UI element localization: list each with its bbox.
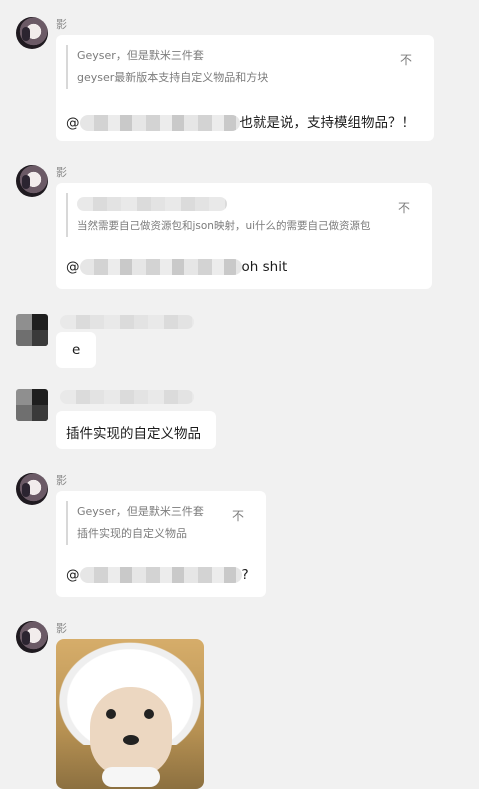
sticker-collar (102, 767, 160, 787)
mention-blurred[interactable] (79, 567, 242, 583)
quote-text: 当然需要自己做资源包和json映射，ui什么的需要自己做资源包 (77, 220, 371, 232)
avatar[interactable] (16, 473, 48, 505)
quote-block[interactable]: 当然需要自己做资源包和json映射，ui什么的需要自己做资源包 (66, 193, 417, 237)
quote-title: Geyser，但是默米三件套 (77, 505, 204, 518)
sheep-sticker[interactable] (56, 639, 204, 789)
mention-blurred[interactable] (79, 259, 242, 275)
sender-name: 影 (56, 18, 67, 31)
quote-title: Geyser，但是默米三件套 (77, 49, 204, 62)
message-body: 插件实现的自定义物品 (66, 426, 201, 442)
sender-name: 影 (56, 474, 67, 487)
sender-name-blurred (60, 315, 194, 329)
avatar[interactable] (16, 621, 48, 653)
sticker-eye-left (106, 709, 116, 719)
quote-close-icon[interactable]: 不 (398, 199, 410, 216)
message-bubble[interactable]: Geyser，但是默米三件套 插件实现的自定义物品 不 @? (56, 491, 266, 597)
quote-block[interactable]: Geyser，但是默米三件套 geyser最新版本支持自定义物品和方块 (66, 45, 417, 89)
avatar[interactable] (16, 314, 48, 346)
avatar[interactable] (16, 389, 48, 421)
sticker-eye-right (144, 709, 154, 719)
quote-block[interactable]: Geyser，但是默米三件套 插件实现的自定义物品 (66, 501, 227, 545)
quote-close-icon[interactable]: 不 (232, 507, 244, 524)
sticker-face (90, 687, 172, 777)
sender-name: 影 (56, 622, 67, 635)
mention-at: @ (66, 259, 80, 275)
sticker-nose (123, 735, 139, 745)
message-bubble[interactable]: Geyser，但是默米三件套 geyser最新版本支持自定义物品和方块 不 @ 也… (56, 35, 434, 141)
sender-name: 影 (56, 166, 67, 179)
quote-text: geyser最新版本支持自定义物品和方块 (77, 71, 269, 84)
message-body: 也就是说，支持模组物品？！ (239, 115, 416, 131)
mention-blurred[interactable] (79, 115, 240, 131)
message-bubble[interactable]: e (56, 332, 96, 368)
mention-at: @ (66, 567, 80, 583)
mention-at: @ (66, 115, 80, 131)
message-text: @? (66, 567, 249, 583)
message-text: @ 也就是说，支持模组物品？！ (66, 111, 415, 131)
message-body: e (72, 342, 81, 358)
quote-close-icon[interactable]: 不 (400, 51, 412, 68)
avatar[interactable] (16, 17, 48, 49)
sender-name-blurred (60, 390, 194, 404)
message-body: ? (241, 567, 249, 583)
avatar[interactable] (16, 165, 48, 197)
quote-text: 插件实现的自定义物品 (77, 527, 187, 540)
message-body: oh shit (241, 259, 288, 275)
message-text: @ oh shit (66, 259, 287, 275)
quote-title-blurred (77, 197, 227, 211)
message-bubble[interactable]: 插件实现的自定义物品 (56, 411, 216, 449)
message-bubble[interactable]: 当然需要自己做资源包和json映射，ui什么的需要自己做资源包 不 @ oh sh… (56, 183, 432, 289)
